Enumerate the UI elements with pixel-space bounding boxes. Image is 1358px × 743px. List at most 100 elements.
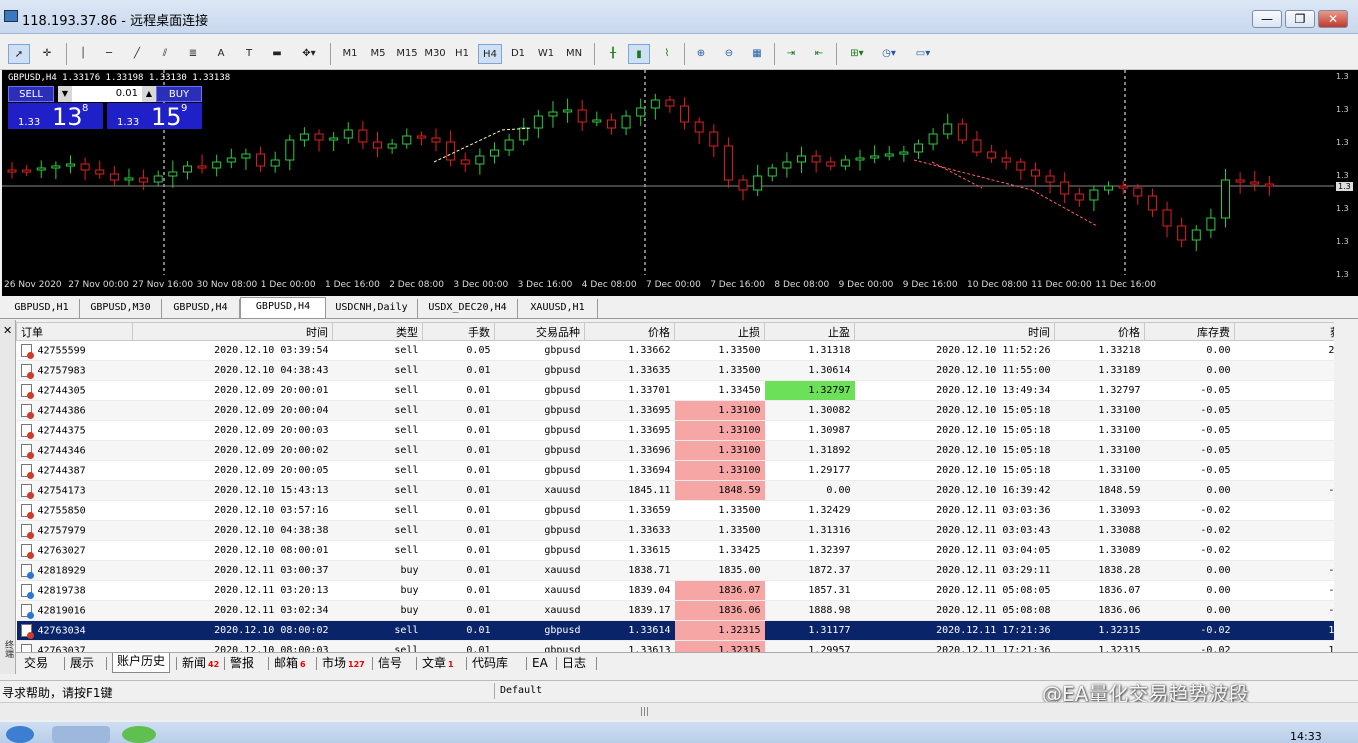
horizontal-line-icon[interactable]: ─: [100, 44, 118, 64]
terminal-tab[interactable]: 新闻 42: [182, 655, 219, 672]
close-price-cell: 1.33100: [1054, 420, 1145, 441]
sell-price-display[interactable]: 1.33 13 8: [8, 103, 103, 131]
table-row[interactable]: 42757983 2020.12.10 04:38:43 sell 0.01 gbpus…: [16, 360, 1334, 381]
profit-cell: 5.9: [1234, 460, 1334, 481]
chart-tab[interactable]: USDCNH,Daily: [326, 299, 418, 318]
fibonacci-icon[interactable]: ≣: [184, 44, 202, 64]
table-row[interactable]: 42819738 2020.12.11 03:20:13 buy 0.01 xauusd…: [16, 580, 1334, 601]
table-row[interactable]: 42755599 2020.12.10 03:39:54 sell 0.05 gbpus…: [16, 340, 1334, 361]
terminal-tab[interactable]: 日志: [562, 655, 586, 672]
buy-button[interactable]: BUY: [156, 86, 202, 102]
terminal-close-icon[interactable]: ✕: [3, 324, 12, 337]
column-header[interactable]: 库存费: [1144, 322, 1235, 341]
column-header[interactable]: 手数: [422, 322, 495, 341]
chart-tab[interactable]: GBPUSD,M30: [80, 299, 162, 318]
table-row[interactable]: 42744305 2020.12.09 20:00:01 sell 0.01 gbpus…: [16, 380, 1334, 401]
candlestick-chart-icon[interactable]: ▮: [628, 44, 650, 64]
column-header[interactable]: 时间: [132, 322, 333, 341]
table-vertical-scrollbar[interactable]: [1334, 322, 1358, 652]
column-header[interactable]: 价格: [584, 322, 675, 341]
lot-increase-icon[interactable]: ▲: [142, 86, 156, 102]
periods-clock-icon[interactable]: ◷▾: [876, 44, 902, 64]
rectangle-icon[interactable]: ▬: [268, 44, 286, 64]
tf-m5-button[interactable]: M5: [366, 44, 390, 64]
column-header[interactable]: 止损: [674, 322, 765, 341]
table-row[interactable]: 42763037 2020.12.10 08:00:03 sell 0.01 gbpus…: [16, 640, 1334, 652]
column-header[interactable]: 获利: [1234, 322, 1334, 341]
tf-m15-button[interactable]: M15: [394, 44, 420, 64]
zoom-out-icon[interactable]: ⊖: [718, 44, 740, 64]
tf-m1-button[interactable]: M1: [338, 44, 362, 64]
table-row[interactable]: 42818929 2020.12.11 03:00:37 buy 0.01 xauusd…: [16, 560, 1334, 581]
table-row[interactable]: 42819016 2020.12.11 03:02:34 buy 0.01 xauusd…: [16, 600, 1334, 621]
table-row[interactable]: 42763027 2020.12.10 08:00:01 sell 0.01 gbpus…: [16, 540, 1334, 561]
column-header[interactable]: 类型: [332, 322, 423, 341]
taskbar-app-icon[interactable]: [52, 726, 110, 743]
vertical-line-icon[interactable]: │: [74, 44, 92, 64]
tile-windows-icon[interactable]: ▦: [746, 44, 768, 64]
shapes-dropdown-icon[interactable]: ✥▾: [296, 44, 322, 64]
tf-d1-button[interactable]: D1: [506, 44, 530, 64]
status-profile: Default: [500, 685, 543, 696]
chart-tab[interactable]: GBPUSD,H4: [162, 299, 240, 318]
buy-price-display[interactable]: 1.33 15 9: [107, 103, 202, 131]
terminal-tab[interactable]: 展示: [70, 655, 94, 672]
lot-size-input[interactable]: 0.01: [72, 86, 142, 102]
tf-w1-button[interactable]: W1: [534, 44, 558, 64]
table-row[interactable]: 42755850 2020.12.10 03:57:16 sell 0.01 gbpus…: [16, 500, 1334, 521]
terminal-tab[interactable]: 代码库: [472, 655, 508, 672]
table-row[interactable]: 42744375 2020.12.09 20:00:03 sell 0.01 gbpus…: [16, 420, 1334, 441]
tp-cell: 1888.98: [764, 600, 855, 621]
tf-mn-button[interactable]: MN: [562, 44, 586, 64]
chart-shift-icon[interactable]: ⇤: [808, 44, 830, 64]
horizontal-scrollbar[interactable]: |||: [0, 702, 1358, 720]
line-chart-icon[interactable]: ⌇: [656, 44, 678, 64]
restore-button[interactable]: ❐: [1285, 10, 1315, 28]
table-row[interactable]: 42744386 2020.12.09 20:00:04 sell 0.01 gbpus…: [16, 400, 1334, 421]
lot-decrease-icon[interactable]: ▼: [58, 86, 72, 102]
chart-tab[interactable]: GBPUSD,H1: [4, 299, 80, 318]
column-header[interactable]: 订单: [16, 322, 133, 341]
zoom-in-icon[interactable]: ⊕: [690, 44, 712, 64]
table-row[interactable]: 42744387 2020.12.09 20:00:05 sell 0.01 gbpus…: [16, 460, 1334, 481]
tf-h1-button[interactable]: H1: [450, 44, 474, 64]
text-label-icon[interactable]: T: [240, 44, 258, 64]
indicators-icon[interactable]: ⊞▾: [844, 44, 870, 64]
terminal-tab[interactable]: 账户历史: [112, 653, 171, 673]
column-header[interactable]: 时间: [854, 322, 1055, 341]
bar-chart-icon[interactable]: ╂: [602, 44, 624, 64]
table-row[interactable]: 42754173 2020.12.10 15:43:13 sell 0.01 xauus…: [16, 480, 1334, 501]
price-chart[interactable]: GBPUSD,H4 1.33176 1.33198 1.33130 1.3313…: [2, 70, 1334, 296]
auto-scroll-icon[interactable]: ⇥: [780, 44, 802, 64]
tp-cell: 1.32797: [764, 380, 855, 401]
terminal-tab[interactable]: 信号: [378, 655, 402, 672]
close-button[interactable]: ✕: [1318, 10, 1348, 28]
sell-button[interactable]: SELL: [8, 86, 54, 102]
table-row[interactable]: 42744346 2020.12.09 20:00:02 sell 0.01 gbpus…: [16, 440, 1334, 461]
table-row[interactable]: 42757979 2020.12.10 04:38:38 sell 0.01 gbpus…: [16, 520, 1334, 541]
cursor-tool-icon[interactable]: ➚: [8, 44, 30, 64]
table-row[interactable]: 42763034 2020.12.10 08:00:02 sell 0.01 gbpus…: [16, 620, 1334, 641]
terminal-tab[interactable]: 邮箱 6: [274, 655, 306, 672]
tf-m30-button[interactable]: M30: [422, 44, 448, 64]
terminal-tab[interactable]: 市场 127: [322, 655, 365, 672]
terminal-tab[interactable]: 警报: [230, 655, 254, 672]
column-header[interactable]: 价格: [1054, 322, 1145, 341]
chart-tab[interactable]: GBPUSD,H4: [240, 297, 326, 318]
start-button-icon[interactable]: [6, 726, 34, 743]
terminal-tab[interactable]: EA: [532, 655, 548, 672]
column-header[interactable]: 交易品种: [494, 322, 585, 341]
chart-tab[interactable]: XAUUSD,H1: [518, 299, 598, 318]
trendline-icon[interactable]: ╱: [128, 44, 146, 64]
taskbar-chat-icon[interactable]: [122, 726, 156, 743]
terminal-tab[interactable]: 文章 1: [422, 655, 454, 672]
terminal-tab[interactable]: 交易: [24, 655, 48, 672]
text-tool-icon[interactable]: A: [212, 44, 230, 64]
templates-icon[interactable]: ▭▾: [910, 44, 936, 64]
chart-tab[interactable]: USDX_DEC20,H4: [418, 299, 518, 318]
tf-h4-button[interactable]: H4: [478, 44, 502, 64]
crosshair-tool-icon[interactable]: ✛: [36, 44, 58, 64]
minimize-button[interactable]: —: [1252, 10, 1282, 28]
channel-icon[interactable]: ⫽: [156, 44, 174, 64]
column-header[interactable]: 止盈: [764, 322, 855, 341]
